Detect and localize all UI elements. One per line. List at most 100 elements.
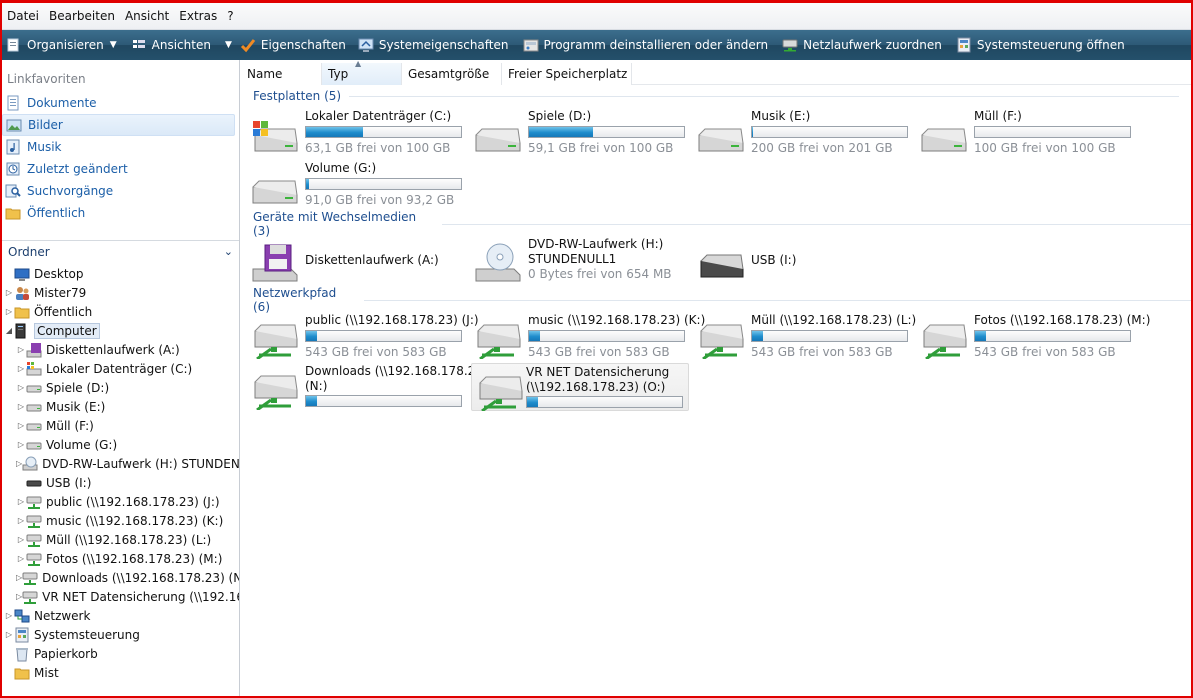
expand-arrow-icon[interactable]: ▷ [16, 402, 26, 411]
drive-usage-bar [751, 330, 908, 342]
tree-node[interactable]: ▷ Müll (F:) [2, 416, 239, 435]
drive-name: Spiele (D:) [528, 109, 592, 123]
system-properties-button[interactable]: Systemeigenschaften [356, 30, 515, 60]
drive-item-h[interactable]: DVD-RW-Laufwerk (H:) STUNDENULL1 0 Bytes… [466, 235, 684, 283]
column-total-size[interactable]: Gesamtgröße [402, 63, 502, 85]
network-drive-j[interactable]: public (\\192.168.178.23) (J:) 543 GB fr… [243, 311, 479, 361]
menu-bearbeiten[interactable]: Bearbeiten [47, 9, 123, 23]
drive-item-c[interactable]: Lokaler Datenträger (C:) 63,1 GB frei vo… [243, 107, 462, 155]
map-drive-button[interactable]: Netzlaufwerk zuordnen [780, 30, 948, 60]
tree-node[interactable]: ▷ music (\\192.168.178.23) (K:) [2, 511, 239, 530]
tree-node[interactable]: ▷ Spiele (D:) [2, 378, 239, 397]
favorite-zuletzt-geaendert[interactable]: Zuletzt geändert [2, 158, 239, 180]
drive-item-d[interactable]: Spiele (D:) 59,1 GB frei von 100 GB [466, 107, 685, 155]
tree-node[interactable]: ▷VR NET Datensicherung (\\192.168.1 [2, 587, 239, 606]
expand-arrow-icon[interactable]: ▷ [16, 535, 26, 544]
tree-node[interactable]: ◢ Computer [2, 321, 239, 340]
tree-node-label: Volume (G:) [46, 437, 118, 452]
group-divider [442, 223, 1191, 225]
drive-item-f[interactable]: Müll (F:) 100 GB frei von 100 GB [912, 107, 1131, 155]
column-header: Name ▲ Typ Gesamtgröße Freier Speicherpla… [241, 59, 1191, 85]
expand-arrow-icon[interactable]: ▷ [16, 383, 26, 392]
expand-arrow-icon[interactable]: ▷ [4, 288, 14, 297]
tree-node[interactable]: ▷ Diskettenlaufwerk (A:) [2, 340, 239, 359]
network-drive-l[interactable]: Müll (\\192.168.178.23) (L:) 543 GB frei… [689, 311, 916, 361]
expand-arrow-icon[interactable]: ▷ [16, 364, 26, 373]
drive-item-a[interactable]: Diskettenlaufwerk (A:) [243, 235, 461, 283]
expand-arrow-icon[interactable]: ▷ [16, 421, 26, 430]
network-drive-n[interactable]: Downloads (\\192.168.178.23) (N:) [243, 362, 488, 412]
expand-arrow-icon[interactable]: ▷ [4, 307, 14, 316]
drive-usage-bar [526, 396, 683, 408]
expand-arrow-icon[interactable]: ▷ [4, 630, 14, 639]
group-divider [349, 95, 1180, 97]
network-drive-o[interactable]: VR NET Datensicherung (\\192.168.178.23)… [471, 363, 689, 413]
drive-usage-bar [305, 178, 462, 190]
folder-icon [5, 205, 21, 221]
tree-node[interactable]: ▷ public (\\192.168.178.23) (J:) [2, 492, 239, 511]
tree-node[interactable]: ▷ Lokaler Datenträger (C:) [2, 359, 239, 378]
music-icon [5, 139, 21, 155]
expand-arrow-icon[interactable]: ▷ [16, 497, 26, 506]
drive-item-i[interactable]: USB (I:) [689, 235, 907, 283]
favorite-bilder[interactable]: Bilder [2, 114, 235, 136]
tree-node[interactable]: ▷ Musik (E:) [2, 397, 239, 416]
menu-datei[interactable]: Datei [5, 9, 47, 23]
favorite-label: Dokumente [27, 96, 97, 110]
drive-name: Musik (E:) [751, 109, 811, 123]
menu-ansicht[interactable]: Ansicht [123, 9, 177, 23]
tree-node[interactable]: ▷ Volume (G:) [2, 435, 239, 454]
tree-node[interactable]: Mist [2, 663, 239, 682]
expand-arrow-icon[interactable]: ◢ [4, 326, 14, 335]
network-drive-icon [26, 551, 42, 567]
tree-node[interactable]: Desktop [2, 264, 239, 283]
menu-extras[interactable]: Extras [177, 9, 225, 23]
tree-node[interactable]: ▷ Öffentlich [2, 302, 239, 321]
expand-arrow-icon[interactable]: ▷ [4, 611, 14, 620]
tree-node[interactable]: ▷ Müll (\\192.168.178.23) (L:) [2, 530, 239, 549]
group-fixed-drives[interactable]: Festplatten (5) [253, 88, 1180, 104]
system-properties-icon [358, 37, 374, 53]
group-removable[interactable]: Geräte mit Wechselmedien (3) [253, 210, 1191, 238]
network-drive-icon [22, 589, 38, 605]
uninstall-button[interactable]: Programm deinstallieren oder ändern [521, 30, 775, 60]
tree-node[interactable]: ▷ Netzwerk [2, 606, 239, 625]
drive-name: DVD-RW-Laufwerk (H:) [528, 237, 664, 251]
favorite-dokumente[interactable]: Dokumente [2, 92, 239, 114]
group-network[interactable]: Netzwerkpfad (6) [253, 286, 1191, 314]
network-drive-m[interactable]: Fotos (\\192.168.178.23) (M:) 543 GB fre… [912, 311, 1150, 361]
favorite-musik[interactable]: Musik [2, 136, 239, 158]
network-drive-icon [782, 37, 798, 53]
tree-node[interactable]: ▷ Downloads (\\192.168.178.23) (N:) [2, 568, 239, 587]
tree-node[interactable]: ▷ Systemsteuerung [2, 625, 239, 644]
drive-item-e[interactable]: Musik (E:) 200 GB frei von 201 GB [689, 107, 908, 155]
column-type[interactable]: ▲ Typ [322, 59, 402, 85]
folders-header[interactable]: Ordner ⌄ [2, 240, 239, 262]
tree-node-label: VR NET Datensicherung (\\192.168.1 [42, 589, 239, 604]
tree-node[interactable]: ▷ Mister79 [2, 283, 239, 302]
uninstall-label: Programm deinstallieren oder ändern [543, 38, 769, 52]
tree-node[interactable]: ▷DVD-RW-Laufwerk (H:) STUNDENULL [2, 454, 239, 473]
tree-node[interactable]: ▷ Fotos (\\192.168.178.23) (M:) [2, 549, 239, 568]
favorite-oeffentlich[interactable]: Öffentlich [2, 202, 239, 224]
tree-node[interactable]: USB (I:) [2, 473, 239, 492]
uninstall-icon [523, 37, 539, 53]
control-panel-button[interactable]: Systemsteuerung öffnen [954, 30, 1131, 60]
organize-button[interactable]: Organisieren ▼ [4, 30, 123, 60]
expand-arrow-icon[interactable]: ▷ [16, 345, 26, 354]
map-drive-label: Netzlaufwerk zuordnen [803, 38, 942, 52]
drive-usage-bar [305, 330, 462, 342]
expand-arrow-icon[interactable]: ▷ [16, 516, 26, 525]
drive-item-g[interactable]: Volume (G:) 91,0 GB frei von 93,2 GB [243, 159, 462, 207]
expand-arrow-icon[interactable]: ▷ [16, 554, 26, 563]
properties-button[interactable]: Eigenschaften [238, 30, 352, 60]
expand-arrow-icon[interactable]: ▷ [16, 440, 26, 449]
tree-node[interactable]: Papierkorb [2, 644, 239, 663]
favorite-suchvorgaenge[interactable]: Suchvorgänge [2, 180, 239, 202]
drive-usage-fill [306, 179, 310, 189]
network-drive-k[interactable]: music (\\192.168.178.23) (K:) 543 GB fre… [466, 311, 705, 361]
column-name[interactable]: Name [241, 63, 322, 85]
menu-help[interactable]: ? [225, 9, 241, 23]
column-free-space[interactable]: Freier Speicherplatz [502, 63, 632, 85]
views-button[interactable]: Ansichten ▼ [129, 30, 238, 60]
